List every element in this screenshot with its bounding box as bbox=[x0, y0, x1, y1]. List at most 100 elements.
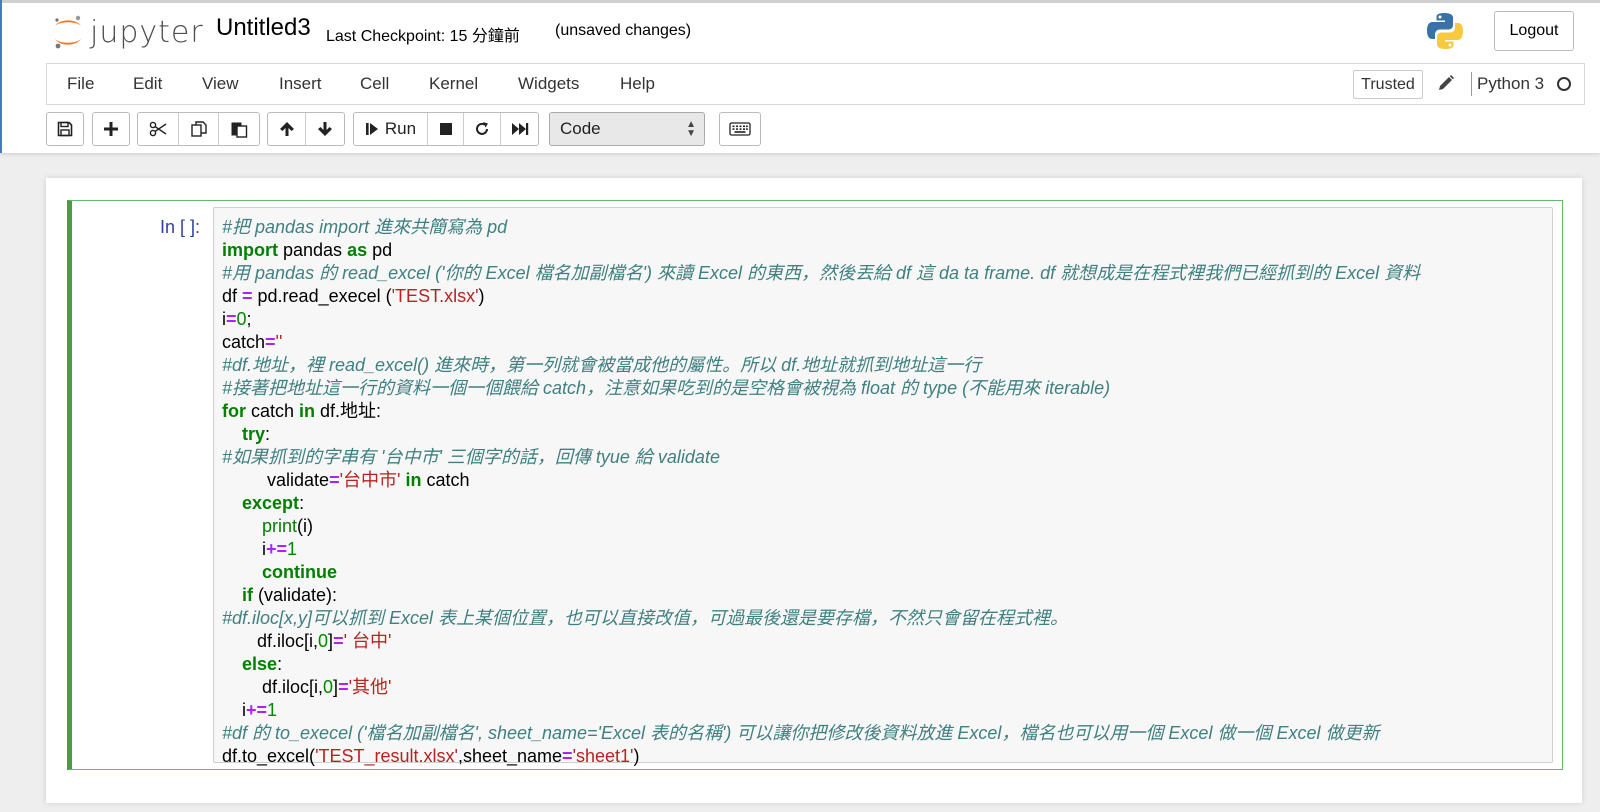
code-string: ' 台中' bbox=[343, 631, 392, 651]
select-arrows-icon: ▲ ▼ bbox=[686, 119, 696, 139]
code-text: df.地址: bbox=[315, 401, 382, 421]
code-line: #df.地址，裡 read_excel() 進來時，第一列就會被當成他的屬性。所… bbox=[222, 354, 1552, 377]
code-line: df.iloc[i,0]='其他' bbox=[222, 676, 1552, 699]
code-cell[interactable]: In [ ]: #把 pandas import 進來共簡寫為 pd impor… bbox=[67, 200, 1563, 770]
run-button[interactable]: Run bbox=[354, 113, 428, 145]
window-left-edge bbox=[0, 0, 2, 153]
cell-type-select[interactable]: Code ▲ ▼ bbox=[549, 112, 705, 146]
logout-button[interactable]: Logout bbox=[1494, 11, 1574, 51]
stop-icon bbox=[439, 123, 452, 135]
menu-help[interactable]: Help bbox=[620, 74, 655, 94]
notebook-header: jupyter Untitled3 Last Checkpoint: 15 分鐘… bbox=[0, 0, 1600, 153]
code-line: print(i) bbox=[222, 515, 1552, 538]
code-operator: = bbox=[562, 746, 573, 766]
code-keyword: try bbox=[242, 424, 266, 444]
menu-view[interactable]: View bbox=[202, 74, 239, 94]
code-line: df = pd.read_execel ('TEST.xlsx') bbox=[222, 285, 1552, 308]
menu-widgets[interactable]: Widgets bbox=[518, 74, 579, 94]
code-keyword: as bbox=[347, 240, 368, 260]
code-line: df.iloc[i,0]=' 台中' bbox=[222, 630, 1552, 653]
code-line: #把 pandas import 進來共簡寫為 pd bbox=[222, 216, 1552, 239]
code-line: #如果抓到的字串有 '台中市' 三個字的話，回傳 tyue 給 validate bbox=[222, 446, 1552, 469]
autosave-status: (unsaved changes) bbox=[555, 22, 692, 39]
python-logo-icon bbox=[1427, 13, 1463, 49]
code-operator: = bbox=[242, 286, 253, 306]
code-comment: #接著把地址這一行的資料一個一個餵給 catch，注意如果吃到的是空格會被視為 … bbox=[222, 378, 1111, 398]
code-line: #接著把地址這一行的資料一個一個餵給 catch，注意如果吃到的是空格會被視為 … bbox=[222, 377, 1552, 400]
code-text: df bbox=[222, 286, 243, 306]
code-text: ) bbox=[478, 286, 485, 306]
insert-cell-button[interactable] bbox=[92, 112, 130, 146]
code-line: #df.iloc[x,y]可以抓到 Excel 表上某個位置，也可以直接改值，可… bbox=[222, 607, 1552, 630]
code-line: catch='' bbox=[222, 331, 1552, 354]
code-text: pd.read_execel ( bbox=[252, 286, 392, 306]
code-operator: = bbox=[226, 309, 237, 329]
code-line: i=0; bbox=[222, 308, 1552, 331]
menu-insert[interactable]: Insert bbox=[279, 74, 322, 94]
code-comment: #df.地址，裡 read_excel() 進來時，第一列就會被當成他的屬性。所… bbox=[222, 355, 982, 375]
code-string: '台中市' bbox=[339, 470, 401, 490]
code-number: 0 bbox=[236, 309, 247, 329]
code-line: #df 的 to_execel ('檔名加副檔名', sheet_name='E… bbox=[222, 722, 1552, 745]
code-text: i bbox=[222, 700, 247, 720]
move-up-icon bbox=[279, 122, 294, 136]
copy-button[interactable] bbox=[179, 113, 219, 145]
code-line: df.to_excel('TEST_result.xlsx',sheet_nam… bbox=[222, 745, 1552, 768]
kernel-name[interactable]: Python 3 bbox=[1477, 74, 1544, 94]
code-text: df.to_excel( bbox=[222, 746, 316, 766]
code-text: catch bbox=[222, 332, 266, 352]
code-number: 1 bbox=[267, 700, 278, 720]
code-line: validate='台中市' in catch bbox=[222, 469, 1552, 492]
code-text: ) bbox=[633, 746, 640, 766]
notebook-name[interactable]: Untitled3 bbox=[216, 14, 311, 42]
code-number: 0 bbox=[323, 677, 334, 697]
jupyter-logo[interactable]: jupyter bbox=[52, 12, 204, 52]
code-keyword: continue bbox=[262, 562, 338, 582]
code-text: i bbox=[222, 539, 267, 559]
code-text: (validate): bbox=[253, 585, 338, 605]
cut-button[interactable] bbox=[138, 113, 179, 145]
menu-cell[interactable]: Cell bbox=[360, 74, 389, 94]
run-label: Run bbox=[384, 119, 417, 138]
code-text: df.iloc[i, bbox=[222, 631, 319, 651]
code-comment: #用 pandas 的 read_excel ('你的 Excel 檔名加副檔名… bbox=[222, 263, 1421, 283]
interrupt-button[interactable] bbox=[428, 113, 464, 145]
pencil-icon[interactable] bbox=[1437, 74, 1455, 92]
code-number: 0 bbox=[318, 631, 329, 651]
code-editor[interactable]: #把 pandas import 進來共簡寫為 pd import pandas… bbox=[213, 207, 1553, 766]
menu-file[interactable]: File bbox=[67, 74, 94, 94]
code-operator: = bbox=[265, 332, 276, 352]
jupyter-logo-text: jupyter bbox=[90, 14, 204, 50]
add-icon bbox=[104, 122, 118, 136]
code-text: pd bbox=[367, 240, 393, 260]
code-keyword: else bbox=[242, 654, 278, 674]
code-text: : bbox=[265, 424, 271, 444]
code-operator: += bbox=[266, 539, 288, 559]
code-text: pandas bbox=[278, 240, 348, 260]
save-button[interactable] bbox=[46, 112, 84, 146]
code-text: : bbox=[277, 654, 283, 674]
code-number: 1 bbox=[287, 539, 298, 559]
command-palette-button[interactable] bbox=[719, 112, 761, 146]
code-line: else: bbox=[222, 653, 1552, 676]
paste-button[interactable] bbox=[219, 113, 259, 145]
restart-run-all-button[interactable] bbox=[501, 113, 538, 145]
menu-kernel[interactable]: Kernel bbox=[429, 74, 478, 94]
code-comment: #df 的 to_execel ('檔名加副檔名', sheet_name='E… bbox=[222, 723, 1380, 743]
code-operator: += bbox=[246, 700, 268, 720]
move-down-button[interactable] bbox=[306, 113, 344, 145]
restart-button[interactable] bbox=[464, 113, 501, 145]
code-string: 'sheet1' bbox=[572, 746, 634, 766]
menu-edit[interactable]: Edit bbox=[133, 74, 162, 94]
last-checkpoint: Last Checkpoint: 15 分鐘前 bbox=[326, 28, 520, 45]
kernel-idle-icon bbox=[1557, 77, 1571, 91]
code-string: 'TEST_result.xlsx' bbox=[315, 746, 458, 766]
code-operator: = bbox=[338, 677, 349, 697]
code-text: (i) bbox=[297, 516, 314, 536]
move-up-button[interactable] bbox=[268, 113, 306, 145]
code-line: i+=1 bbox=[222, 538, 1552, 561]
trusted-indicator[interactable]: Trusted bbox=[1353, 70, 1423, 99]
code-line: except: bbox=[222, 492, 1552, 515]
